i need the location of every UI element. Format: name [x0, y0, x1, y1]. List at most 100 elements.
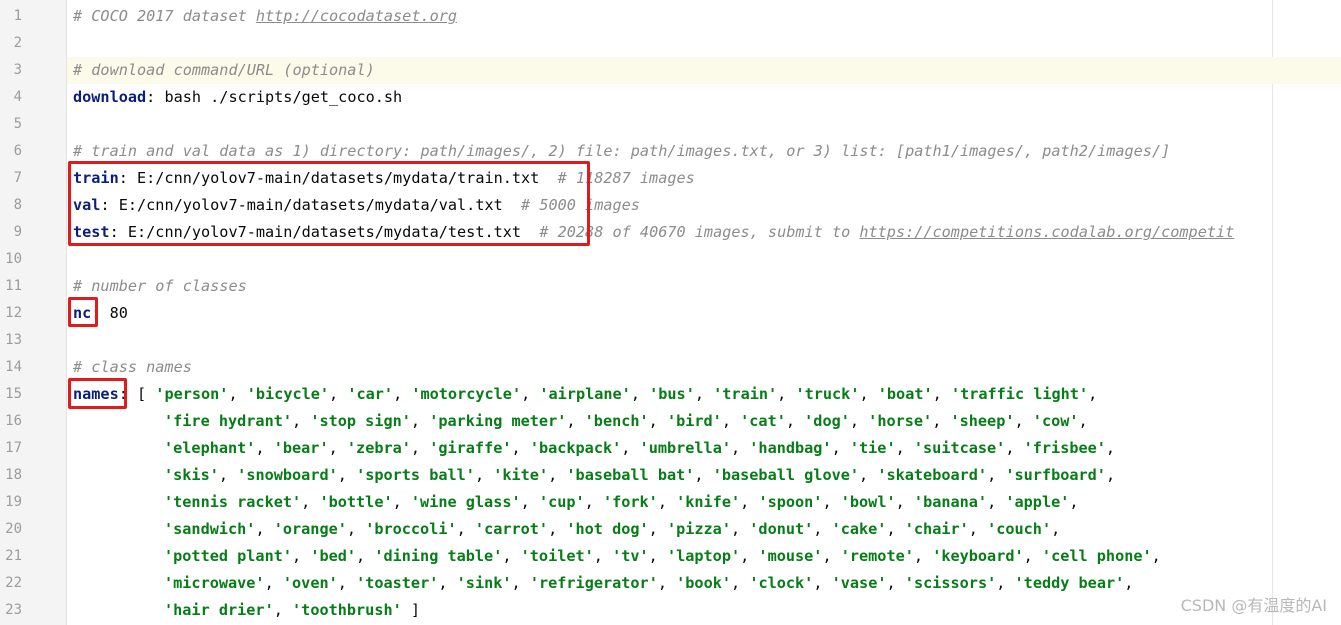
comment: # class names: [73, 358, 192, 376]
nc-highlight-box: [68, 297, 98, 327]
comma-separator: ,: [410, 412, 430, 430]
class-name-string: 'potted plant': [164, 547, 293, 565]
comma-separator: ,: [932, 385, 951, 403]
code-line-22[interactable]: 'microwave', 'oven', 'toaster', 'sink', …: [164, 570, 1133, 597]
line-number: 23: [5, 602, 22, 618]
class-name-string: 'keyboard': [932, 547, 1024, 565]
class-name-string: 'banana': [913, 493, 988, 511]
code-line-14[interactable]: # class names: [73, 354, 192, 381]
comma-separator: ,: [1005, 439, 1024, 457]
class-name-string: 'vase': [831, 574, 887, 592]
dataset-paths-highlight-box: [68, 161, 590, 246]
code-line-4[interactable]: download: bash ./scripts/get_coco.sh: [73, 84, 402, 111]
comma-separator: ,: [218, 466, 238, 484]
comma-separator: ,: [740, 547, 759, 565]
class-name-string: 'tennis racket': [164, 493, 302, 511]
comma-separator: ,: [822, 547, 841, 565]
comma-separator: ,: [584, 493, 603, 511]
comma-separator: ,: [1069, 493, 1079, 511]
class-name-string: 'cell phone': [1041, 547, 1152, 565]
line-number: 2: [13, 35, 22, 51]
comma-separator: ,: [1014, 412, 1033, 430]
code-line-16[interactable]: 'fire hydrant', 'stop sign', 'parking me…: [164, 408, 1088, 435]
line-number: 6: [13, 143, 22, 159]
yaml-value: : bash ./scripts/get_coco.sh: [146, 88, 403, 106]
comma-separator: ,: [548, 520, 567, 538]
class-name-string: 'teddy bear': [1014, 574, 1125, 592]
comma-separator: ,: [813, 520, 832, 538]
line-number: 16: [5, 413, 22, 429]
line-number: 3: [13, 62, 22, 78]
class-name-string: 'traffic light': [950, 385, 1089, 403]
class-name-string: 'bird': [666, 412, 722, 430]
line-number: 22: [5, 575, 22, 591]
comma-separator: ,: [520, 493, 539, 511]
comma-separator: ,: [932, 412, 951, 430]
dataset-url-link[interactable]: http://cocodataset.org: [256, 7, 457, 25]
code-line-11[interactable]: # number of classes: [73, 273, 247, 300]
class-name-string: 'mouse': [758, 547, 823, 565]
line-number: 20: [5, 521, 22, 537]
code-line-21[interactable]: 'potted plant', 'bed', 'dining table', '…: [164, 543, 1161, 570]
class-name-string: 'toilet': [520, 547, 594, 565]
comma-separator: ,: [694, 385, 714, 403]
line-number: 15: [5, 386, 22, 402]
comma-separator: ,: [831, 439, 850, 457]
line-number: 11: [5, 278, 22, 294]
code-line-17[interactable]: 'elephant', 'bear', 'zebra', 'giraffe', …: [164, 435, 1115, 462]
code-line-18[interactable]: 'skis', 'snowboard', 'sports ball', 'kit…: [164, 462, 1115, 489]
class-name-string: 'boat': [877, 385, 933, 403]
class-name-string: 'bicycle': [246, 385, 330, 403]
class-name-string: 'refrigerator': [529, 574, 658, 592]
class-name-string: 'wine glass': [410, 493, 521, 511]
comma-separator: ,: [657, 574, 677, 592]
comma-separator: ,: [255, 520, 274, 538]
comma-separator: ,: [1124, 574, 1134, 592]
codalab-url-link[interactable]: https://competitions.codalab.org/competi…: [859, 223, 1234, 241]
class-name-string: 'clock': [749, 574, 814, 592]
comma-separator: ,: [785, 412, 805, 430]
code-line-20[interactable]: 'sandwich', 'orange', 'broccoli', 'carro…: [164, 516, 1060, 543]
class-name-string: 'fork': [602, 493, 658, 511]
comma-separator: ,: [1088, 385, 1098, 403]
comma-separator: ,: [438, 574, 457, 592]
class-name-string: 'sink': [456, 574, 512, 592]
class-name-string: 'bowl': [840, 493, 896, 511]
line-number: 4: [13, 89, 22, 105]
comma-separator: ,: [511, 439, 530, 457]
line-number: 7: [13, 170, 22, 186]
class-name-string: 'elephant': [164, 439, 256, 457]
code-line-1[interactable]: # COCO 2017 dataset http://cocodataset.o…: [73, 3, 457, 30]
comma-separator: ,: [511, 574, 530, 592]
comma-separator: ,: [292, 412, 311, 430]
comma-separator: ,: [859, 466, 878, 484]
class-name-string: 'train': [713, 385, 778, 403]
class-name-string: 'parking meter': [429, 412, 567, 430]
class-name-string: 'baseball bat': [566, 466, 695, 484]
class-name-string: 'car': [347, 385, 394, 403]
comma-separator: ,: [566, 412, 585, 430]
line-number: 10: [5, 251, 22, 267]
class-name-string: 'skateboard': [877, 466, 988, 484]
line-number: 8: [13, 197, 22, 213]
line-number: 12: [5, 305, 22, 321]
comma-separator: ,: [392, 493, 411, 511]
yaml-key-download: download: [73, 88, 147, 106]
class-name-string: 'broccoli': [365, 520, 457, 538]
code-line-23[interactable]: 'hair drier', 'toothbrush' ]: [164, 597, 420, 624]
class-name-string: 'bed': [310, 547, 357, 565]
comma-separator: ,: [1105, 466, 1116, 484]
comma-separator: ,: [621, 439, 640, 457]
comma-separator: ,: [648, 547, 667, 565]
comma-separator: ,: [228, 385, 247, 403]
code-editor[interactable]: # COCO 2017 dataset http://cocodataset.o…: [67, 0, 1341, 625]
class-name-string: 'cake': [831, 520, 887, 538]
line-number: 13: [5, 332, 22, 348]
class-name-string: 'horse': [868, 412, 933, 430]
comma-separator: ,: [337, 466, 357, 484]
code-line-15[interactable]: names: [ 'person', 'bicycle', 'car', 'mo…: [73, 381, 1097, 408]
code-line-19[interactable]: 'tennis racket', 'bottle', 'wine glass',…: [164, 489, 1079, 516]
class-name-string: 'bus': [649, 385, 695, 403]
code-line-3[interactable]: # download command/URL (optional): [73, 57, 375, 84]
class-name-string: 'carrot': [474, 520, 549, 538]
